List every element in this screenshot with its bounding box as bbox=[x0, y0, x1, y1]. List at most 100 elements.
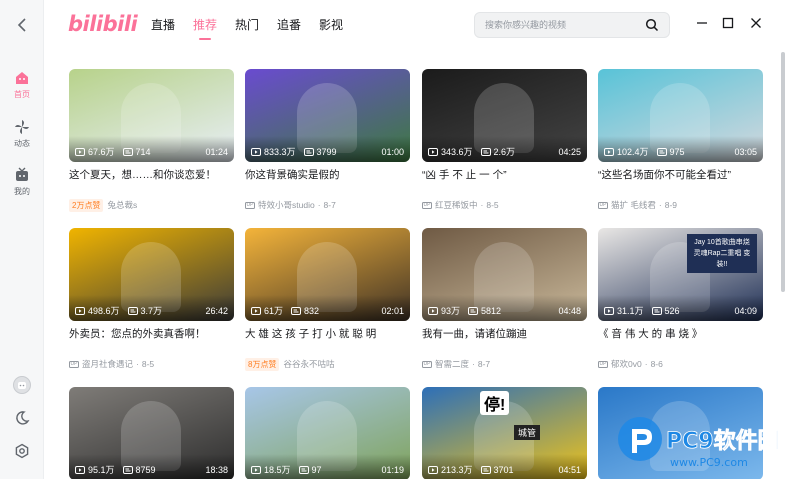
video-card[interactable]: 18.5万 97 01:19 bbox=[245, 387, 410, 479]
sidebar-item-mine[interactable]: 我的 bbox=[0, 167, 44, 197]
video-thumbnail[interactable]: 95.1万 8759 18:38 bbox=[69, 387, 234, 479]
video-thumbnail[interactable]: 102.4万 975 03:05 bbox=[598, 69, 763, 162]
search-input[interactable] bbox=[485, 20, 635, 30]
tab-hot[interactable]: 热门 bbox=[226, 0, 268, 48]
video-duration: 01:19 bbox=[381, 464, 404, 475]
play-count-icon bbox=[75, 306, 85, 315]
upload-date: 8-5 bbox=[486, 200, 499, 210]
video-title[interactable]: 我有一曲，请诸位蹦迪 bbox=[422, 327, 587, 355]
uploader-icon: UP bbox=[245, 201, 255, 209]
play-count-icon bbox=[428, 465, 438, 474]
close-icon[interactable] bbox=[747, 14, 765, 32]
video-duration: 26:42 bbox=[205, 305, 228, 316]
video-card[interactable]: 61万 832 02:01 大 雄 这 孩 子 打 小 就 聪 明 8万点赞 谷… bbox=[245, 228, 410, 371]
video-meta: 8万点赞 谷谷永不咕咕 bbox=[245, 357, 410, 371]
gear-icon[interactable] bbox=[0, 443, 44, 459]
danmaku-icon bbox=[656, 147, 667, 156]
uploader-icon: UP bbox=[69, 360, 79, 368]
scrollbar[interactable] bbox=[781, 52, 785, 292]
video-card[interactable]: 102.4万 975 03:05 “这些名场面你不可能全看过” UP 猫扩 毛线… bbox=[598, 69, 763, 212]
view-count: 343.6万 bbox=[428, 145, 473, 158]
video-title[interactable]: 这个夏天，想……和你谈恋爱！ bbox=[69, 168, 234, 196]
moon-icon[interactable] bbox=[0, 410, 44, 426]
video-card[interactable]: Jay 10首歌曲串烧 灵魂Rap二重唱 变装!! 31.1万 526 04:0… bbox=[598, 228, 763, 371]
minimize-icon[interactable] bbox=[693, 14, 711, 32]
video-card[interactable]: 93万 5812 04:48 我有一曲，请诸位蹦迪 UP 智需二度 · 8-7 bbox=[422, 228, 587, 371]
meta-separator: · bbox=[136, 359, 139, 369]
video-thumbnail[interactable]: 67.6万 714 01:24 bbox=[69, 69, 234, 162]
play-count-icon bbox=[75, 147, 85, 156]
video-card[interactable]: 停! 城管 213.3万 3701 04:51 bbox=[422, 387, 587, 479]
video-duration: 04:51 bbox=[558, 464, 581, 475]
meta-separator: · bbox=[644, 359, 648, 369]
meta-separator: · bbox=[658, 200, 662, 210]
avatar[interactable] bbox=[0, 376, 44, 394]
video-duration: 01:00 bbox=[381, 146, 404, 157]
tab-movie[interactable]: 影视 bbox=[310, 0, 352, 48]
video-title[interactable]: “这些名场面你不可能全看过” bbox=[598, 168, 763, 196]
play-count-icon bbox=[428, 306, 438, 315]
view-count: 95.1万 bbox=[75, 463, 115, 476]
upload-date: 8-5 bbox=[141, 359, 155, 369]
sidebar-item-dynamic[interactable]: 动态 bbox=[0, 119, 44, 149]
play-count-icon bbox=[75, 465, 85, 474]
video-thumbnail[interactable]: 833.3万 3799 01:00 bbox=[245, 69, 410, 162]
danmaku-count: 2.6万 bbox=[480, 145, 515, 158]
video-meta: UP 盗月社食遇记 · 8-5 bbox=[69, 357, 234, 371]
uploader-icon: UP bbox=[422, 201, 432, 209]
video-thumbnail[interactable]: 498.6万 3.7万 26:42 bbox=[69, 228, 234, 321]
thumbnail-overlay-text: Jay 10首歌曲串烧 灵魂Rap二重唱 变装!! bbox=[687, 234, 757, 273]
search-icon[interactable] bbox=[645, 18, 659, 37]
uploader-icon: UP bbox=[598, 201, 608, 209]
video-thumbnail[interactable]: 343.6万 2.6万 04:25 bbox=[422, 69, 587, 162]
uploader-name[interactable]: 兔总裁s bbox=[107, 199, 137, 211]
video-stats: 67.6万 714 01:24 bbox=[75, 145, 228, 158]
danmaku-icon bbox=[122, 465, 133, 474]
video-duration: 01:24 bbox=[205, 146, 228, 157]
windmill-icon bbox=[15, 120, 29, 134]
thumbnail-tag: 城管 bbox=[514, 425, 541, 440]
danmaku-icon bbox=[468, 306, 479, 315]
video-thumbnail[interactable]: Jay 10首歌曲串烧 灵魂Rap二重唱 变装!! 31.1万 526 04:0… bbox=[598, 228, 763, 321]
home-icon bbox=[16, 72, 28, 84]
video-title[interactable]: 你这背景确实是假的 bbox=[245, 168, 410, 196]
view-count: 31.1万 bbox=[604, 304, 644, 317]
video-thumbnail[interactable]: 61万 832 02:01 bbox=[245, 228, 410, 321]
maximize-icon[interactable] bbox=[719, 14, 737, 32]
video-thumbnail[interactable]: 93万 5812 04:48 bbox=[422, 228, 587, 321]
back-icon[interactable] bbox=[11, 14, 33, 36]
video-thumbnail[interactable]: 停! 城管 213.3万 3701 04:51 bbox=[422, 387, 587, 479]
uploader-name[interactable]: 谷谷永不咕咕 bbox=[283, 358, 334, 370]
uploader-name[interactable]: 郁欢0v0 bbox=[611, 358, 642, 370]
danmaku-count: 832 bbox=[291, 306, 319, 316]
video-card[interactable]: 95.1万 8759 18:38 bbox=[69, 387, 234, 479]
uploader-name[interactable]: 猫扩 毛线君 bbox=[611, 199, 656, 211]
video-card[interactable]: 343.6万 2.6万 04:25 “凶 手 不 止 一 个” UP 红豆稀饭中… bbox=[422, 69, 587, 212]
video-title[interactable]: 《 音 伟 大 的 串 烧 》 bbox=[598, 327, 763, 355]
video-stats: 102.4万 975 03:05 bbox=[604, 145, 757, 158]
upload-date: 8-7 bbox=[477, 359, 491, 369]
video-thumbnail[interactable]: 18.5万 97 01:19 bbox=[245, 387, 410, 479]
sidebar-item-home[interactable]: 首页 bbox=[0, 70, 44, 100]
video-stats: 95.1万 8759 18:38 bbox=[75, 463, 228, 476]
uploader-name[interactable]: 智需二度 bbox=[435, 358, 469, 370]
app-window: 首页 动态 我的 bilibili 直播 推荐 热门 追番 影视 搜索你感兴趣的… bbox=[0, 0, 788, 479]
tab-live[interactable]: 直播 bbox=[142, 0, 184, 48]
watermark-url: www.PC9.com bbox=[670, 456, 748, 469]
view-count: 18.5万 bbox=[251, 463, 291, 476]
uploader-name[interactable]: 特效小哥studio bbox=[258, 199, 315, 211]
video-title[interactable]: “凶 手 不 止 一 个” bbox=[422, 168, 587, 196]
uploader-name[interactable]: 红豆稀饭中 bbox=[435, 199, 478, 211]
video-title[interactable]: 外卖员：您点的外卖真香啊！ bbox=[69, 327, 234, 355]
video-title[interactable]: 大 雄 这 孩 子 打 小 就 聪 明 bbox=[245, 327, 410, 355]
video-card[interactable]: 498.6万 3.7万 26:42 外卖员：您点的外卖真香啊！ UP 盗月社食遇… bbox=[69, 228, 234, 371]
sidebar-item-label: 我的 bbox=[14, 187, 30, 196]
tab-recommend[interactable]: 推荐 bbox=[184, 0, 226, 48]
uploader-name[interactable]: 盗月社食遇记 bbox=[82, 358, 133, 370]
video-card[interactable]: 833.3万 3799 01:00 你这背景确实是假的 UP 特效小哥studi… bbox=[245, 69, 410, 212]
video-card[interactable]: 67.6万 714 01:24 这个夏天，想……和你谈恋爱！ 2万点赞 兔总裁s bbox=[69, 69, 234, 212]
view-count: 61万 bbox=[251, 304, 283, 317]
thumbnail-sign: 停! bbox=[480, 391, 510, 415]
tab-anime[interactable]: 追番 bbox=[268, 0, 310, 48]
bilibili-logo[interactable]: bilibili bbox=[68, 12, 138, 36]
